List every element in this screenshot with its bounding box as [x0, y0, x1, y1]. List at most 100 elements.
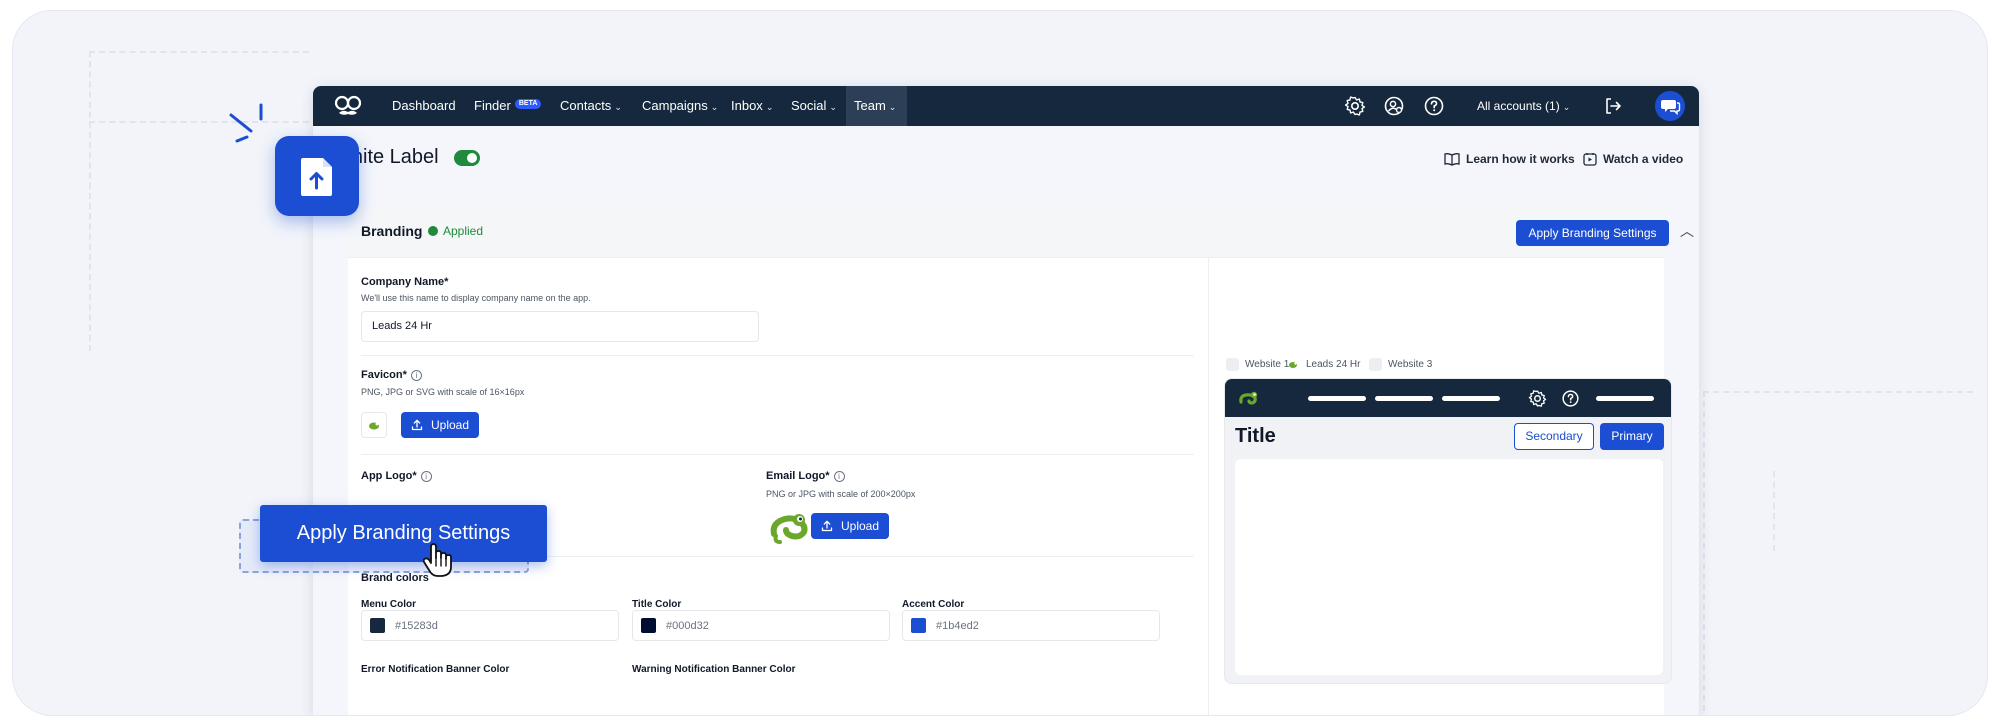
- divider: [361, 454, 1194, 455]
- chevron-down-icon: ⌄: [829, 102, 837, 112]
- logout-icon[interactable]: [1602, 95, 1624, 117]
- preview-tab-leads[interactable]: Leads 24 Hr: [1287, 358, 1360, 371]
- preview-primary-button: Primary: [1600, 423, 1664, 450]
- branding-panel: Branding Applied Apply Branding Settings…: [348, 206, 1694, 715]
- nav-contacts[interactable]: Contacts ⌄: [560, 86, 622, 126]
- help-icon: [1562, 390, 1579, 407]
- hand-cursor-icon: [422, 543, 452, 577]
- preview-tab-label: Leads 24 Hr: [1306, 359, 1361, 370]
- preview-tab-label: Website 3: [1388, 359, 1433, 370]
- company-name-input[interactable]: Leads 24 Hr: [361, 311, 759, 342]
- background-grid-right: [1703, 391, 1973, 711]
- preview-tab-website-1[interactable]: Website 1: [1226, 358, 1289, 371]
- nav-campaigns-label: Campaigns: [642, 98, 708, 113]
- chevron-down-icon: ⌄: [765, 102, 774, 112]
- nav-inbox[interactable]: Inbox ⌄: [731, 86, 773, 126]
- email-logo-upload-button[interactable]: Upload: [811, 513, 890, 539]
- book-icon: [1444, 153, 1460, 166]
- error-banner-color-label: Error Notification Banner Color: [361, 664, 510, 675]
- learn-how-label: Learn how it works: [1466, 152, 1575, 166]
- help-icon[interactable]: [1423, 95, 1445, 117]
- chat-icon: [1661, 100, 1681, 116]
- brand-colors-title: Brand colors: [361, 572, 429, 584]
- upload-file-badge: [275, 136, 359, 216]
- check-circle-icon: [428, 226, 438, 236]
- white-label-toggle[interactable]: [454, 150, 480, 166]
- applied-status: Applied: [428, 224, 483, 238]
- nav-social[interactable]: Social ⌄: [791, 86, 837, 126]
- preview-nav-placeholder: [1442, 396, 1500, 401]
- preview-nav-placeholder: [1375, 396, 1433, 401]
- website-icon: [1369, 358, 1382, 371]
- nav-dashboard-label: Dashboard: [392, 98, 456, 113]
- title-color-swatch[interactable]: [641, 618, 656, 633]
- website-icon: [1226, 358, 1239, 371]
- favicon-label: Favicon* i: [361, 369, 422, 381]
- agency-user-icon[interactable]: [1383, 95, 1405, 117]
- nav-social-label: Social: [791, 98, 827, 113]
- dragged-apply-branding-button[interactable]: Apply Branding Settings: [260, 505, 547, 562]
- file-upload-icon: [301, 158, 332, 196]
- apply-branding-button[interactable]: Apply Branding Settings: [1516, 220, 1669, 246]
- chat-button[interactable]: [1655, 91, 1685, 121]
- learn-how-link[interactable]: Learn how it works: [1444, 152, 1575, 166]
- chevron-up-icon[interactable]: ︿: [1680, 221, 1694, 241]
- accounts-dropdown[interactable]: All accounts (1) ⌄: [1477, 86, 1570, 126]
- email-logo-label-text: Email Logo*: [766, 470, 830, 482]
- upload-icon: [411, 419, 423, 431]
- nav-finder[interactable]: Finder BETA: [474, 86, 542, 126]
- accent-color-input[interactable]: #1b4ed2: [902, 610, 1160, 641]
- nav-campaigns[interactable]: Campaigns ⌄: [642, 86, 718, 126]
- settings-icon[interactable]: [1344, 95, 1366, 117]
- menu-color-input[interactable]: #15283d: [361, 610, 619, 641]
- chevron-down-icon: ⌄: [888, 102, 897, 112]
- watch-video-link[interactable]: Watch a video: [1583, 152, 1683, 166]
- preview-nav-placeholder: [1596, 396, 1654, 401]
- title-color-value: #000d32: [666, 619, 709, 632]
- nav-team[interactable]: Team ⌄: [854, 86, 896, 126]
- favicon-upload-button[interactable]: Upload: [401, 412, 480, 438]
- nav-finder-label: Finder: [474, 98, 511, 113]
- upload-icon: [821, 520, 833, 532]
- promo-frame: Dashboard Finder BETA Contacts ⌄ Campaigns…: [12, 10, 1988, 716]
- title-color-input[interactable]: #000d32: [632, 610, 890, 641]
- background-grid-right-lines: [1773, 471, 1973, 551]
- info-icon[interactable]: i: [420, 471, 432, 482]
- company-name-hint: We'll use this name to display company n…: [361, 293, 591, 303]
- info-icon[interactable]: i: [833, 471, 845, 482]
- branding-panel-header[interactable]: Branding Applied Apply Branding Settings…: [348, 206, 1694, 258]
- preview-nav-placeholder: [1308, 396, 1366, 401]
- nav-contacts-label: Contacts: [560, 98, 612, 113]
- app-logo-label: App Logo* i: [361, 470, 432, 482]
- favicon-hint: PNG, JPG or SVG with scale of 16×16px: [361, 387, 525, 397]
- accent-color-swatch[interactable]: [911, 618, 926, 633]
- preview-title: Title: [1235, 425, 1276, 447]
- watch-video-label: Watch a video: [1603, 152, 1684, 166]
- accent-color-value: #1b4ed2: [936, 619, 979, 632]
- preview-tab-website-3[interactable]: Website 3: [1369, 358, 1432, 371]
- brand-preview: Title Secondary Primary: [1224, 378, 1672, 684]
- vertical-divider: [1208, 258, 1209, 715]
- email-logo-hint: PNG or JPG with scale of 200×200px: [766, 489, 916, 499]
- nav-dashboard[interactable]: Dashboard: [392, 86, 456, 126]
- chevron-down-icon: ⌄: [710, 102, 719, 112]
- brand-logo-icon[interactable]: [333, 94, 363, 118]
- chameleon-logo-icon: [1239, 391, 1258, 405]
- email-logo-label: Email Logo* i: [766, 470, 845, 482]
- company-name-label: Company Name*: [361, 276, 449, 288]
- info-icon[interactable]: i: [410, 370, 422, 381]
- branding-title: Branding: [361, 223, 423, 239]
- beta-badge: BETA: [514, 99, 542, 109]
- app-logo-label-text: App Logo*: [361, 470, 417, 482]
- favicon-label-text: Favicon*: [361, 369, 407, 381]
- app-window: Dashboard Finder BETA Contacts ⌄ Campaigns…: [313, 86, 1699, 715]
- chameleon-logo-icon: [369, 422, 379, 430]
- menu-color-swatch[interactable]: [370, 618, 385, 633]
- email-logo-upload-label: Upload: [841, 519, 880, 533]
- chameleon-logo-icon: [1289, 362, 1297, 368]
- preview-tab-label: Website 1: [1245, 359, 1290, 370]
- menu-color-label: Menu Color: [361, 599, 416, 610]
- title-color-label: Title Color: [632, 599, 682, 610]
- settings-icon: [1528, 390, 1547, 407]
- chameleon-logo-icon: [770, 514, 808, 544]
